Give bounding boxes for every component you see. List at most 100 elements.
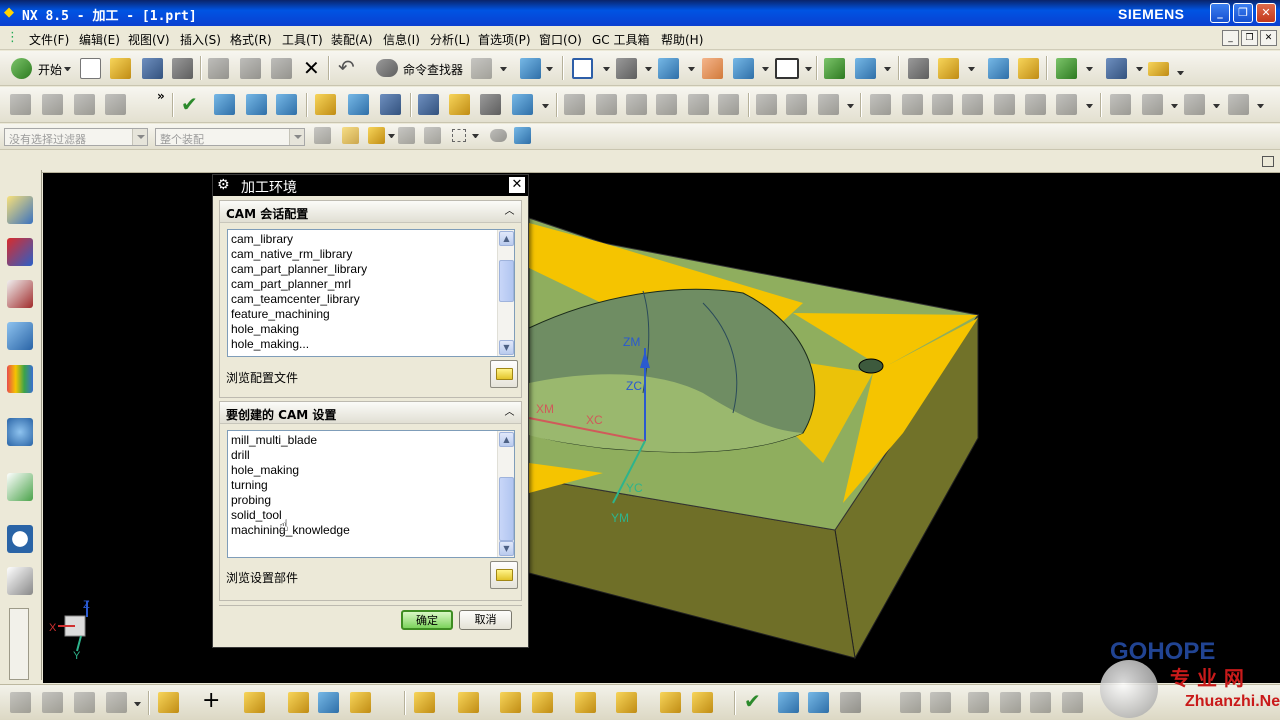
bottom-subtract-icon[interactable] bbox=[458, 692, 479, 713]
list-item[interactable]: cam_part_planner_mrl bbox=[230, 277, 496, 292]
list-item[interactable]: machining_knowledge bbox=[230, 523, 496, 538]
cam-session-config-list[interactable]: cam_generalcam_librarycam_native_rm_libr… bbox=[227, 229, 515, 357]
filter-settings-icon[interactable] bbox=[314, 127, 331, 144]
touch-mode-icon[interactable] bbox=[471, 58, 492, 79]
bottom-misc2-icon[interactable] bbox=[900, 692, 921, 713]
bottom-tool-4-icon[interactable] bbox=[106, 692, 127, 713]
menu-tools[interactable]: 工具(T) bbox=[282, 31, 323, 48]
machine-tool-view-icon[interactable] bbox=[449, 94, 470, 115]
delete-icon[interactable]: ✕ bbox=[303, 56, 320, 80]
open-folder-icon[interactable] bbox=[110, 58, 131, 79]
layer-icon[interactable] bbox=[775, 58, 799, 79]
scroll-up-icon[interactable]: ▲ bbox=[499, 432, 514, 447]
list-item[interactable]: solid_tool bbox=[230, 508, 496, 523]
restore-button[interactable]: ❐ bbox=[1233, 3, 1253, 23]
verify-check-icon[interactable]: ✔ bbox=[181, 92, 198, 116]
clock-icon[interactable] bbox=[7, 525, 33, 553]
mdi-restore-icon[interactable]: ❐ bbox=[1241, 30, 1258, 46]
fit-view-icon[interactable] bbox=[572, 58, 593, 79]
orient-view-icon[interactable] bbox=[658, 58, 679, 79]
op-6-icon[interactable] bbox=[1056, 94, 1077, 115]
part-navigator-side-icon[interactable] bbox=[7, 280, 33, 308]
machining-time-icon[interactable] bbox=[480, 94, 501, 115]
list-item[interactable]: cam_library bbox=[230, 232, 496, 247]
delete-object-icon[interactable] bbox=[688, 94, 709, 115]
show-hide-icon[interactable] bbox=[490, 129, 507, 142]
display-2-icon[interactable] bbox=[1142, 94, 1163, 115]
list-toolpath-icon[interactable] bbox=[276, 94, 297, 115]
list-item[interactable]: hole_making bbox=[230, 322, 496, 337]
list-item[interactable]: cam_teamcenter_library bbox=[230, 292, 496, 307]
assembly-navigator-icon[interactable] bbox=[7, 196, 33, 224]
menu-analysis[interactable]: 分析(L) bbox=[430, 31, 470, 48]
part-navigator-icon[interactable] bbox=[908, 58, 929, 79]
wcs-icon[interactable] bbox=[824, 58, 845, 79]
analysis-icon[interactable] bbox=[1018, 58, 1039, 79]
bottom-gen-icon[interactable] bbox=[778, 692, 799, 713]
bottom-split-icon[interactable] bbox=[575, 692, 596, 713]
list-item[interactable]: turning bbox=[230, 478, 496, 493]
edit-object-icon[interactable] bbox=[564, 94, 585, 115]
bottom-misc6-icon[interactable] bbox=[1030, 692, 1051, 713]
create-geometry-icon[interactable] bbox=[74, 94, 95, 115]
bottom-tool-2-icon[interactable] bbox=[42, 692, 63, 713]
ok-button[interactable]: 确定 bbox=[401, 610, 453, 630]
menu-format[interactable]: 格式(R) bbox=[230, 31, 272, 48]
config-list-scrollbar[interactable]: ▲ ▼ bbox=[497, 230, 514, 356]
bottom-misc3-icon[interactable] bbox=[930, 692, 951, 713]
bottom-unite-icon[interactable] bbox=[414, 692, 435, 713]
browse-config-button[interactable] bbox=[490, 360, 518, 388]
bottom-shell-icon[interactable] bbox=[660, 692, 681, 713]
object-params-icon[interactable] bbox=[756, 94, 777, 115]
bottom-tool-3-icon[interactable] bbox=[74, 692, 95, 713]
feeds-speeds-icon[interactable] bbox=[512, 94, 533, 115]
command-finder-label[interactable]: 命令查找器 bbox=[403, 61, 463, 78]
transform-icon[interactable] bbox=[1106, 58, 1127, 79]
list-item[interactable]: feature_machining bbox=[230, 307, 496, 322]
operation-navigator-icon[interactable] bbox=[7, 322, 33, 350]
csys-icon[interactable] bbox=[855, 58, 876, 79]
output-cls-icon[interactable] bbox=[380, 94, 401, 115]
type-filter-select[interactable]: 没有选择过滤器 bbox=[4, 128, 148, 146]
binoculars-icon[interactable] bbox=[376, 59, 398, 77]
copy-icon[interactable] bbox=[240, 58, 261, 79]
list-item[interactable]: cam_part_planner_library bbox=[230, 262, 496, 277]
bottom-misc-icon[interactable] bbox=[840, 692, 861, 713]
rename-object-icon[interactable] bbox=[718, 94, 739, 115]
op-4-icon[interactable] bbox=[994, 94, 1015, 115]
edit-section-icon[interactable] bbox=[702, 58, 723, 79]
paste-object-icon[interactable] bbox=[656, 94, 677, 115]
list-item[interactable]: hole_making... bbox=[230, 337, 496, 352]
dialog-title-bar[interactable]: ⚙ 加工环境 ✕ bbox=[213, 175, 528, 196]
create-program-icon[interactable] bbox=[10, 94, 31, 115]
transform-op-icon[interactable] bbox=[870, 94, 891, 115]
cube-select-icon[interactable] bbox=[514, 127, 531, 144]
bottom-offset-icon[interactable] bbox=[616, 692, 637, 713]
cancel-button[interactable]: 取消 bbox=[459, 610, 512, 630]
bottom-sketch-icon[interactable] bbox=[158, 692, 179, 713]
menu-gc-toolbox[interactable]: GC 工具箱 bbox=[592, 31, 650, 48]
scroll-down-icon[interactable]: ▼ bbox=[499, 340, 514, 355]
bottom-extrude-icon[interactable] bbox=[288, 692, 309, 713]
new-file-icon[interactable] bbox=[80, 58, 101, 79]
constraint-navigator-icon[interactable] bbox=[7, 238, 33, 266]
list-item[interactable]: cam_native_rm_library bbox=[230, 247, 496, 262]
collapse-chevron-up-icon[interactable]: ︿ bbox=[501, 404, 518, 421]
post-process-icon[interactable] bbox=[315, 94, 336, 115]
toolbar-overflow-icon[interactable]: » bbox=[157, 89, 165, 103]
display-3-icon[interactable] bbox=[1184, 94, 1205, 115]
select-all-icon[interactable] bbox=[424, 127, 441, 144]
print-icon[interactable] bbox=[172, 58, 193, 79]
op-5-icon[interactable] bbox=[1025, 94, 1046, 115]
list-item[interactable]: hole_making bbox=[230, 463, 496, 478]
touch-mode-dropdown-icon[interactable] bbox=[500, 67, 507, 71]
menu-edit[interactable]: 编辑(E) bbox=[79, 31, 120, 48]
collapse-chevron-up-icon[interactable]: ︿ bbox=[501, 203, 518, 220]
start-icon[interactable] bbox=[11, 58, 32, 79]
mdi-close-icon[interactable]: ✕ bbox=[1260, 30, 1277, 46]
browse-setup-button[interactable] bbox=[490, 561, 518, 589]
bottom-misc4-icon[interactable] bbox=[968, 692, 989, 713]
bottom-pattern-icon[interactable] bbox=[692, 692, 713, 713]
reuse-library-icon[interactable] bbox=[7, 365, 33, 393]
expand-view-icon[interactable] bbox=[1262, 156, 1274, 167]
